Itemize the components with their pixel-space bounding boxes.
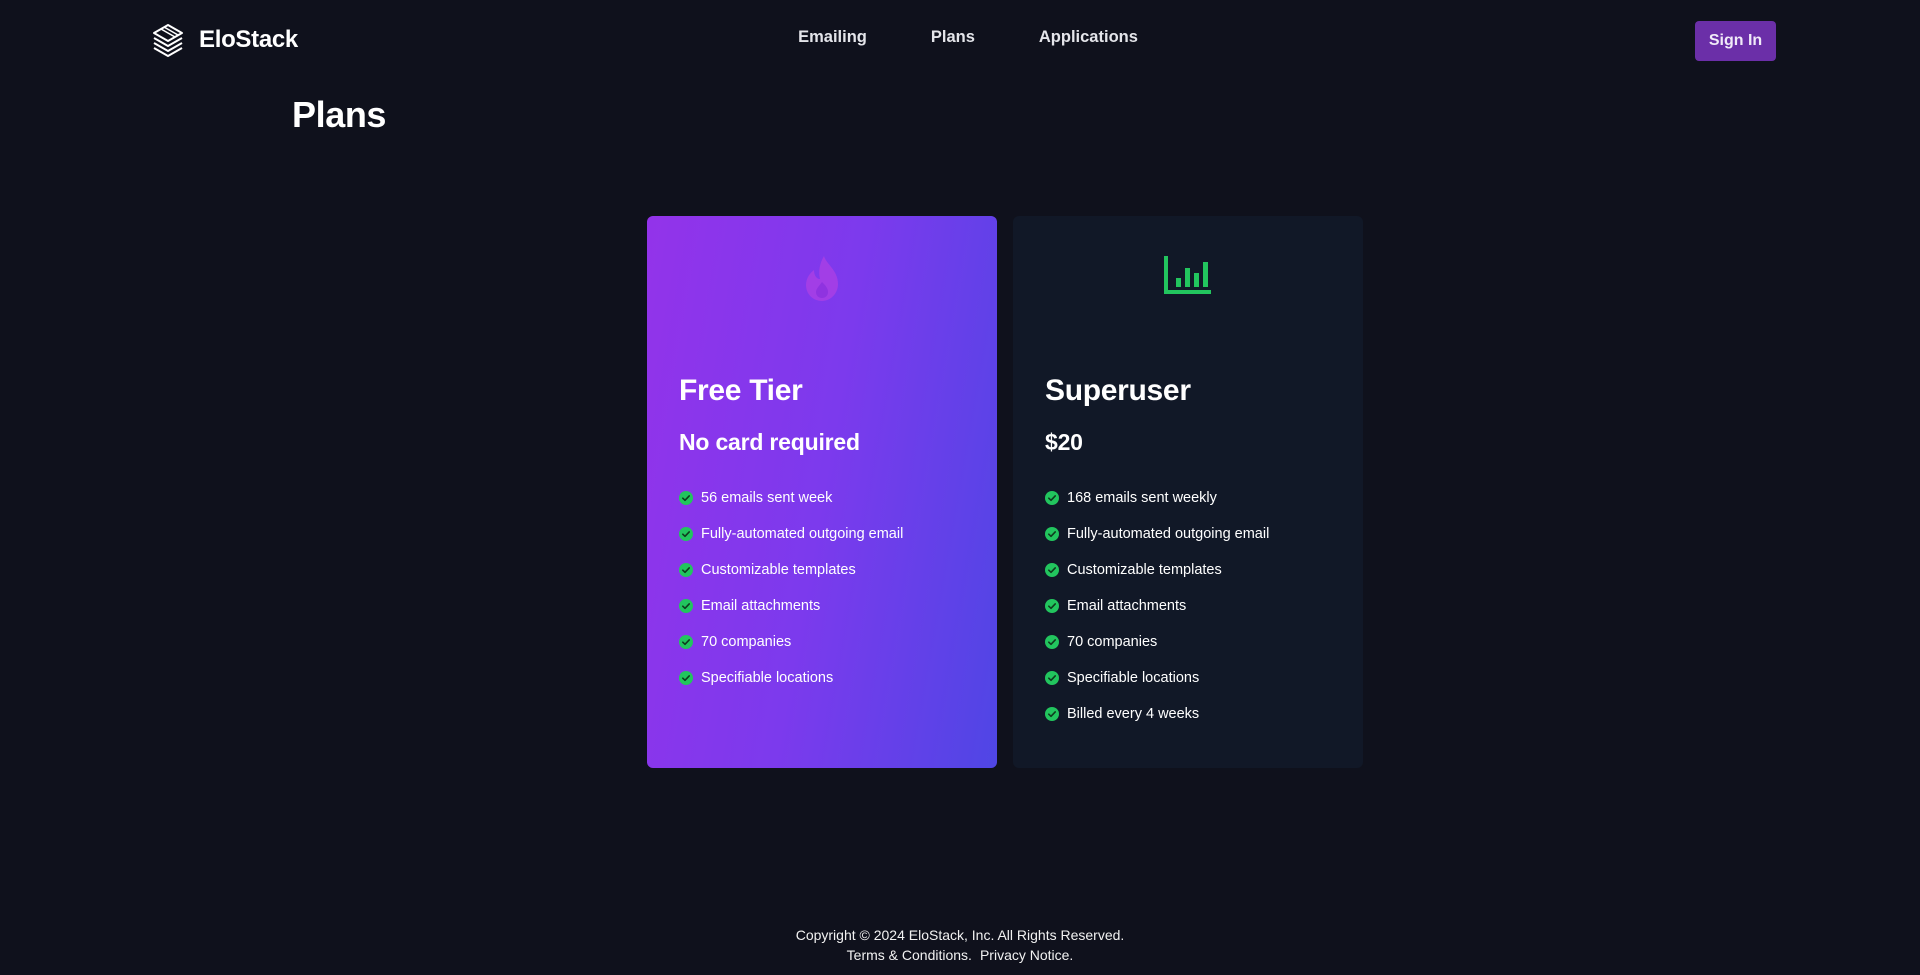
feature-label: Email attachments (1067, 598, 1187, 614)
plan-title: Superuser (1045, 374, 1191, 407)
terms-link[interactable]: Terms & Conditions. (847, 945, 972, 965)
feature-item: Specifiable locations (679, 660, 903, 696)
plan-card-superuser[interactable]: Superuser $20 168 emails sent weekly Ful… (1013, 216, 1363, 768)
nav-link-plans[interactable]: Plans (931, 28, 975, 47)
check-circle-icon (679, 491, 693, 505)
nav-link-applications[interactable]: Applications (1039, 28, 1138, 47)
feature-label: Billed every 4 weeks (1067, 706, 1200, 722)
card-icon-wrap (1013, 254, 1363, 296)
sign-in-button[interactable]: Sign In (1695, 21, 1776, 61)
check-circle-icon (1045, 491, 1059, 505)
feature-item: 70 companies (679, 624, 903, 660)
card-icon-wrap (647, 254, 997, 304)
feature-item: Customizable templates (1045, 552, 1269, 588)
feature-item: Billed every 4 weeks (1045, 696, 1269, 732)
feature-item: Specifiable locations (1045, 660, 1269, 696)
check-circle-icon (1045, 599, 1059, 613)
feature-item: Fully-automated outgoing email (679, 516, 903, 552)
feature-label: Fully-automated outgoing email (1067, 526, 1270, 542)
plan-card-free-tier[interactable]: Free Tier No card required 56 emails sen… (647, 216, 997, 768)
feature-item: Email attachments (1045, 588, 1269, 624)
check-circle-icon (1045, 671, 1059, 685)
feature-label: 56 emails sent week (701, 490, 833, 506)
privacy-link[interactable]: Privacy Notice. (980, 945, 1073, 965)
layers-logo-icon (153, 24, 183, 57)
feature-label: Customizable templates (701, 562, 856, 578)
feature-list: 168 emails sent weekly Fully-automated o… (1045, 480, 1269, 732)
nav-link-emailing[interactable]: Emailing (798, 28, 867, 47)
brand-link[interactable]: EloStack (151, 22, 298, 58)
check-circle-icon (679, 527, 693, 541)
page-title: Plans (292, 94, 387, 135)
feature-item: Email attachments (679, 588, 903, 624)
check-circle-icon (679, 599, 693, 613)
check-circle-icon (1045, 635, 1059, 649)
feature-label: Fully-automated outgoing email (701, 526, 904, 542)
check-circle-icon (1045, 563, 1059, 577)
plan-title: Free Tier (679, 374, 803, 407)
plan-price: $20 (1045, 429, 1083, 455)
feature-label: 168 emails sent weekly (1067, 490, 1217, 506)
site-header: EloStack Emailing Plans Applications Sig… (0, 0, 1920, 80)
plan-price: No card required (679, 429, 860, 455)
feature-item: 70 companies (1045, 624, 1269, 660)
feature-list: 56 emails sent week Fully-automated outg… (679, 480, 903, 696)
feature-item: 56 emails sent week (679, 480, 903, 516)
brand-name: EloStack (199, 26, 298, 53)
feature-item: Fully-automated outgoing email (1045, 516, 1269, 552)
feature-item: 168 emails sent weekly (1045, 480, 1269, 516)
check-circle-icon (679, 635, 693, 649)
bar-chart-icon (1164, 256, 1211, 294)
feature-label: Specifiable locations (1067, 670, 1200, 686)
check-circle-icon (679, 671, 693, 685)
copyright-text: Copyright © 2024 EloStack, Inc. All Righ… (795, 927, 1125, 943)
site-footer: Copyright © 2024 EloStack, Inc. All Righ… (0, 925, 1920, 965)
feature-label: Customizable templates (1067, 562, 1222, 578)
check-circle-icon (1045, 527, 1059, 541)
check-circle-icon (1045, 707, 1059, 721)
flame-icon (806, 256, 838, 301)
page: EloStack Emailing Plans Applications Sig… (0, 0, 1920, 975)
feature-item: Customizable templates (679, 552, 903, 588)
footer-links: Terms & Conditions. Privacy Notice. (0, 945, 1920, 965)
feature-label: 70 companies (1067, 634, 1158, 650)
feature-label: Email attachments (701, 598, 821, 614)
feature-label: Specifiable locations (701, 670, 834, 686)
check-circle-icon (679, 563, 693, 577)
feature-label: 70 companies (701, 634, 792, 650)
